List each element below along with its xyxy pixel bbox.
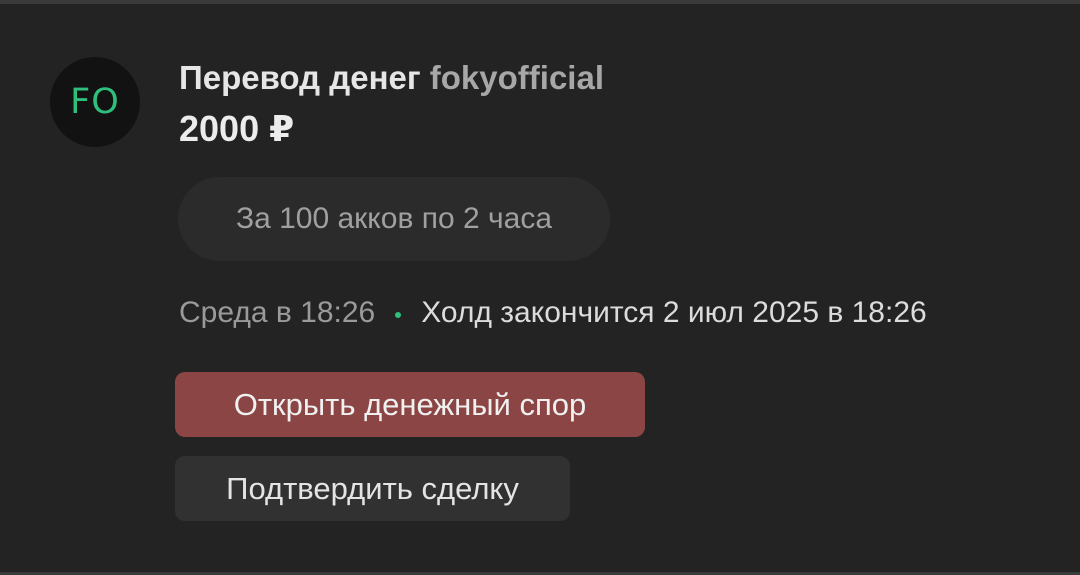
avatar[interactable]: FO (50, 57, 140, 147)
message-time: Среда в 18:26 (179, 296, 376, 329)
comment-text: За 100 акков по 2 часа (235, 202, 553, 235)
meta-line: Среда в 18:26 Холд закончится 2 июл 2025… (179, 293, 927, 333)
avatar-initials: FO (70, 82, 120, 122)
open-dispute-button[interactable]: Открыть денежный спор (175, 372, 645, 437)
hold-info: Холд закончится 2 июл 2025 в 18:26 (421, 296, 927, 329)
transfer-title: Перевод денег (179, 59, 421, 96)
top-divider (0, 0, 1080, 4)
transfer-title-line: Перевод денег fokyofficial (179, 58, 604, 98)
transfer-amount: 2000 ₽ (179, 108, 295, 149)
comment-bubble: За 100 акков по 2 часа (178, 177, 610, 261)
sender-username[interactable]: fokyofficial (430, 59, 604, 96)
confirm-deal-button[interactable]: Подтвердить сделку (175, 456, 570, 521)
confirm-deal-label: Подтвердить сделку (226, 470, 519, 506)
status-dot-icon (395, 312, 402, 318)
open-dispute-label: Открыть денежный спор (233, 386, 587, 422)
